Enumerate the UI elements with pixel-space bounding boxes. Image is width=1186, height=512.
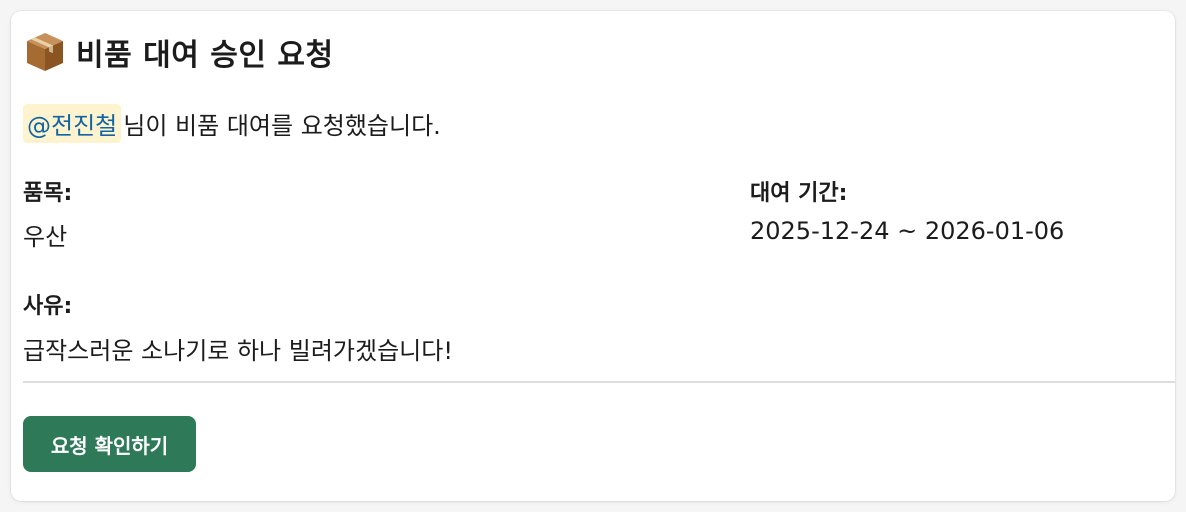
message-header: 비품 대여 승인 요청 <box>23 28 334 76</box>
approval-request-card: 비품 대여 승인 요청 @전진철 님이 비품 대여를 요청했습니다. 품목: 우… <box>11 11 1175 501</box>
request-intro: @전진철 님이 비품 대여를 요청했습니다. <box>23 103 441 143</box>
item-value: 우산 <box>23 223 68 251</box>
reason-value: 급작스러운 소나기로 하나 빌려가겠습니다! <box>23 337 453 365</box>
confirm-request-button[interactable]: 요청 확인하기 <box>23 416 196 472</box>
rental-period-label: 대여 기간: <box>750 181 848 206</box>
reason-label: 사유: <box>23 294 73 319</box>
message-title: 비품 대여 승인 요청 <box>76 38 334 73</box>
intro-text: 님이 비품 대여를 요청했습니다. <box>123 111 441 140</box>
user-mention[interactable]: @전진철 <box>23 103 122 143</box>
rental-period-value: 2025-12-24 ~ 2026-01-06 <box>750 217 1065 245</box>
item-label: 품목: <box>23 181 73 206</box>
divider <box>23 381 1175 383</box>
package-box-icon <box>27 33 63 71</box>
